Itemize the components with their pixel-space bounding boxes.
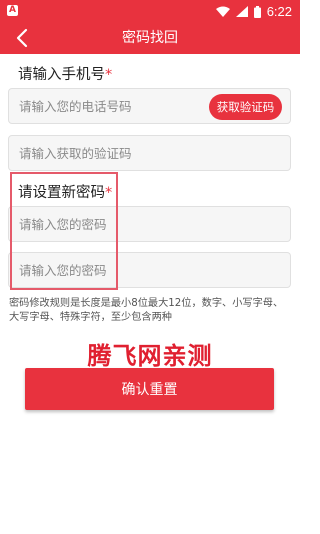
verification-code-input[interactable] [9, 136, 290, 170]
signal-icon [235, 6, 248, 17]
required-mark: * [105, 67, 113, 83]
watermark-text: 腾飞网亲测 [87, 342, 213, 370]
header-bar: 密码找回 [0, 23, 300, 54]
page-title: 密码找回 [122, 30, 178, 46]
confirm-password-input[interactable] [9, 253, 290, 287]
password-field [8, 206, 291, 242]
password-rules-text: 密码修改规则是长度是最小8位最大12位，数字、小写字母、大写字母、特殊字符，至少… [9, 298, 284, 323]
wifi-icon [215, 6, 230, 17]
phone-label: 请输入手机号* [18, 63, 112, 84]
get-code-button[interactable]: 获取验证码 [209, 94, 282, 120]
clock: 6:22 [266, 4, 292, 19]
status-bar: A 6:22 [0, 0, 300, 23]
password-label-text: 请设置新密码 [18, 185, 105, 201]
phone-field: 获取验证码 [8, 88, 291, 124]
password-label: 请设置新密码* [18, 181, 112, 202]
required-mark: * [105, 185, 113, 201]
app-notification-icon: A [7, 5, 18, 16]
confirm-reset-button[interactable]: 确认重置 [25, 368, 274, 410]
code-field [8, 135, 291, 171]
status-icons: 6:22 [215, 4, 292, 19]
battery-icon [253, 5, 261, 18]
phone-label-text: 请输入手机号 [18, 67, 105, 83]
new-password-input[interactable] [9, 207, 290, 241]
confirm-password-field [8, 252, 291, 288]
